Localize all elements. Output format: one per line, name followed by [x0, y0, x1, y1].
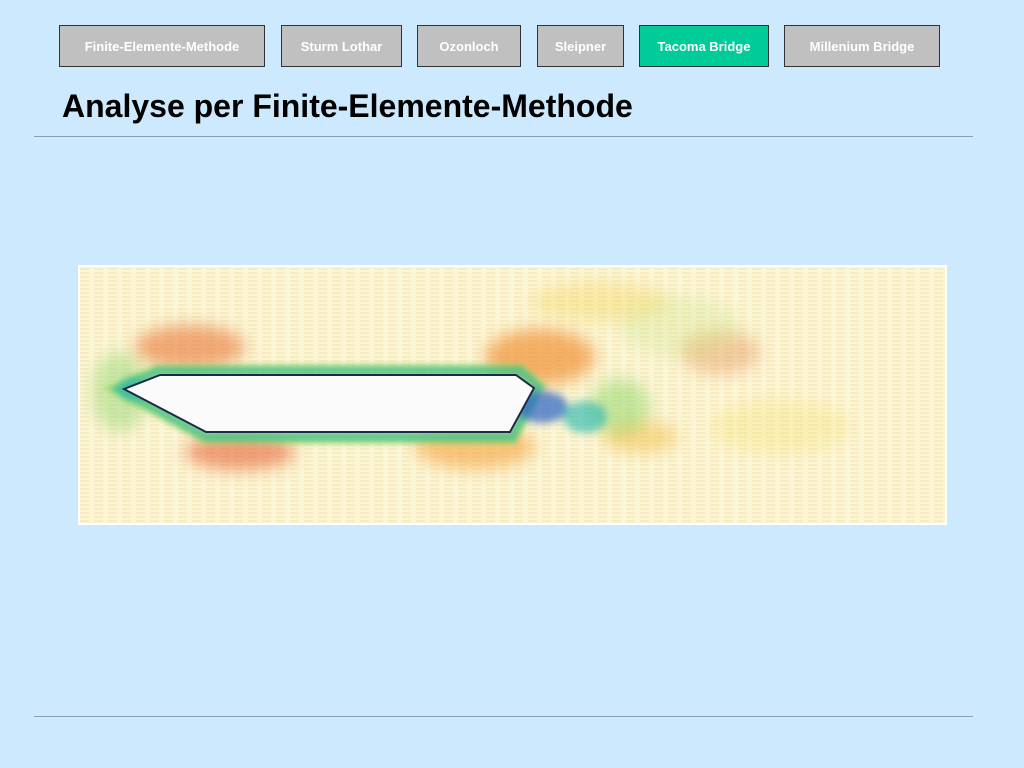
top-divider [34, 136, 973, 137]
nav-button-millenium-bridge[interactable]: Millenium Bridge [784, 25, 940, 67]
bottom-divider [34, 716, 973, 717]
flow-simulation-graphic [80, 267, 945, 523]
nav-button-tacoma-bridge[interactable]: Tacoma Bridge [639, 25, 769, 67]
nav-button-sleipner[interactable]: Sleipner [537, 25, 624, 67]
nav-button-finite-elemente-methode[interactable]: Finite-Elemente-Methode [59, 25, 265, 67]
nav-button-sturm-lothar[interactable]: Sturm Lothar [281, 25, 402, 67]
flow-simulation-image [78, 265, 947, 525]
nav-button-ozonloch[interactable]: Ozonloch [417, 25, 521, 67]
page-title: Analyse per Finite-Elemente-Methode [62, 88, 633, 124]
